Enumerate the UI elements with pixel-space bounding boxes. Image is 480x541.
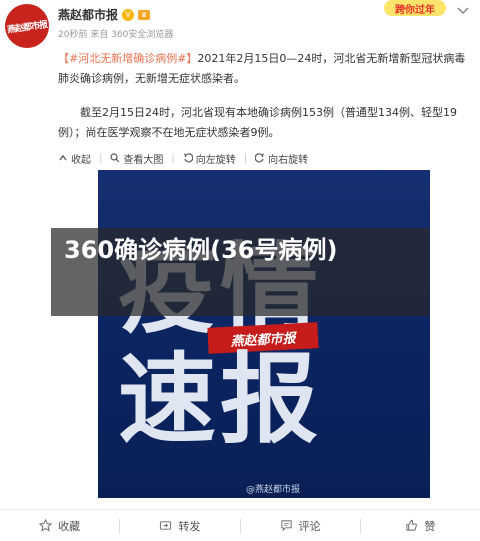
post-header: 燕赵都市报 燕赵都市报 V ♛ 20秒前 来自 360安全浏览器 跨你过年 — [0, 0, 480, 48]
like-label: 赞 — [424, 519, 436, 533]
like-button[interactable]: 赞 — [361, 518, 480, 534]
rotate-right-button[interactable]: 向右旋转 — [255, 151, 308, 166]
comment-button[interactable]: 评论 — [241, 518, 360, 534]
post-meta: 20秒前 来自 360安全浏览器 — [58, 30, 174, 40]
post-text: 【#河北无新增确诊病例#】2021年2月15日0—24时，河北省无新增新型冠状病… — [58, 49, 470, 89]
member-icon: ♛ — [138, 9, 151, 20]
post-image[interactable]: 疫情 燕赵都市报 速报 @燕赵都市报 — [98, 170, 430, 498]
verified-icon: V — [122, 8, 135, 21]
favorite-label: 收藏 — [58, 519, 81, 533]
collapse-label: 收起 — [71, 154, 91, 166]
comment-icon — [280, 519, 293, 532]
view-large-label: 查看大图 — [123, 154, 164, 166]
action-bar: 收藏 转发 评论 赞 — [0, 509, 480, 541]
repost-label: 转发 — [178, 519, 201, 533]
thumbs-up-icon — [405, 519, 418, 532]
divider: | — [243, 152, 248, 164]
comment-label: 评论 — [298, 519, 321, 533]
avatar-logo-text: 燕赵都市报 — [6, 19, 48, 36]
repost-icon — [159, 519, 172, 532]
chevron-down-icon[interactable] — [456, 6, 470, 16]
search-icon — [110, 153, 120, 163]
collapse-icon — [58, 153, 68, 163]
hashtag-link[interactable]: 【#河北无新增确诊病例#】 — [58, 52, 197, 65]
divider: | — [171, 152, 175, 164]
favorite-button[interactable]: 收藏 — [0, 518, 119, 534]
image-toolbar: 收起 | 查看大图 | 向左旋转 | 向右旋转 — [0, 148, 480, 168]
star-icon — [39, 519, 53, 532]
post-text-2: 截至2月15日24时，河北省现有本地确诊病例153例（普通型134例、轻型19例… — [58, 106, 457, 139]
rotate-left-button[interactable]: 向左旋转 — [183, 151, 236, 166]
avatar[interactable]: 燕赵都市报 — [5, 4, 49, 48]
repost-button[interactable]: 转发 — [120, 518, 239, 534]
image-watermark: @燕赵都市报 — [246, 485, 301, 495]
view-large-button[interactable]: 查看大图 — [110, 151, 163, 166]
rotate-left-icon — [183, 153, 193, 163]
collapse-button[interactable]: 收起 — [58, 151, 91, 166]
divider: | — [99, 152, 103, 164]
username[interactable]: 燕赵都市报 — [58, 6, 118, 23]
promo-badge[interactable]: 跨你过年 — [384, 0, 446, 16]
name-row: 燕赵都市报 V ♛ — [58, 6, 151, 23]
rotate-left-label: 向左旋转 — [195, 154, 236, 166]
rotate-right-label: 向右旋转 — [268, 154, 309, 166]
rotate-right-icon — [255, 153, 265, 163]
image-headline-2: 速报 — [118, 343, 323, 457]
overlay-title: 360确诊病例(36号病例) — [64, 236, 338, 264]
